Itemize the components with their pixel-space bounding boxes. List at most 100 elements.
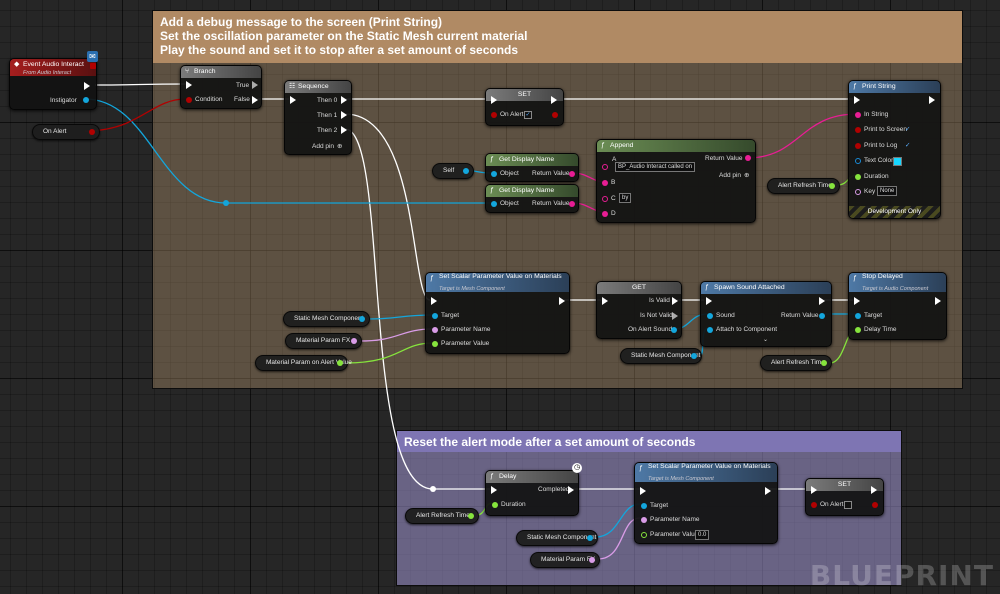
print-duration-pin[interactable] (855, 174, 861, 180)
set2-on-alert-checkbox[interactable] (844, 501, 852, 509)
set-exec-in[interactable] (491, 96, 497, 104)
branch-exec-in[interactable] (186, 81, 192, 89)
delay-duration-pin[interactable] (492, 502, 498, 508)
delegate-pin[interactable] (90, 63, 96, 69)
get-display-name-node-1[interactable]: ƒ Get Display Name Object Return Value (485, 153, 579, 182)
set-on-alert-node-2[interactable]: SET On Alert (805, 478, 884, 516)
print-exec-in[interactable] (854, 96, 860, 104)
stop-target-pin[interactable] (855, 313, 861, 319)
stop-exec-out[interactable] (935, 297, 941, 305)
alert-refresh-time-pin-1[interactable] (829, 183, 835, 189)
alert-refresh-time-pin-3[interactable] (468, 513, 474, 519)
branch-condition-pin[interactable] (186, 97, 192, 103)
exec-out-pin[interactable] (84, 82, 90, 90)
set-scalar-parameter-node-2[interactable]: ƒ Set Scalar Parameter Value on Material… (634, 462, 778, 544)
append-node[interactable]: ƒ Append A BP_Audio Interact called on R… (596, 139, 756, 223)
stop-delay-time-pin[interactable] (855, 327, 861, 333)
scalar2-target-pin[interactable] (641, 503, 647, 509)
static-mesh-pin-2[interactable] (691, 353, 697, 359)
self-variable-pin[interactable] (463, 168, 469, 174)
get-on-alert-sound-node[interactable]: GET Is Valid Is Not Valid On Alert Sound (596, 281, 682, 339)
text-color-swatch[interactable] (893, 157, 902, 166)
append-add-pin-label[interactable]: Add pin (719, 171, 741, 180)
set2-exec-out[interactable] (871, 486, 877, 494)
on-alert-variable-pin[interactable] (89, 129, 95, 135)
append-c-input[interactable]: by (619, 193, 632, 203)
print-to-log-pin[interactable] (855, 143, 861, 149)
material-param-fx-variable-2[interactable]: Material Param FX (530, 552, 600, 568)
gdn2-object-pin[interactable] (491, 201, 497, 207)
spawn-exec-in[interactable] (706, 297, 712, 305)
append-return-pin[interactable] (745, 155, 751, 161)
scalar2-exec-in[interactable] (640, 487, 646, 495)
scalar1-target-pin[interactable] (432, 313, 438, 319)
branch-node[interactable]: ⑂ Branch True Condition False (180, 65, 262, 109)
scalar1-param-name-pin[interactable] (432, 327, 438, 333)
branch-false-pin[interactable] (252, 96, 258, 104)
sequence-then0-pin[interactable] (341, 96, 347, 104)
alert-refresh-time-pin-2[interactable] (821, 360, 827, 366)
material-param-fx-variable-1[interactable]: Material Param FX (285, 333, 362, 349)
set2-exec-in[interactable] (811, 486, 817, 494)
get-exec-in[interactable] (602, 297, 608, 305)
stop-delayed-node[interactable]: ƒ Stop Delayed Target is Audio Component… (848, 272, 947, 340)
set2-on-alert-out-pin[interactable] (872, 502, 878, 508)
print-key-pin[interactable] (855, 189, 861, 195)
delay-completed-pin[interactable] (568, 486, 574, 494)
get-on-alert-sound-pin[interactable] (671, 327, 677, 333)
append-b-pin[interactable] (602, 180, 608, 186)
spawn-return-pin[interactable] (819, 313, 825, 319)
print-exec-out[interactable] (929, 96, 935, 104)
sequence-exec-in[interactable] (290, 96, 296, 104)
set-on-alert-node[interactable]: SET On Alert ✓ (485, 88, 564, 126)
append-c-pin[interactable] (602, 196, 608, 202)
material-param-fx-pin-2[interactable] (589, 557, 595, 563)
get-display-name-node-2[interactable]: ƒ Get Display Name Object Return Value (485, 184, 579, 213)
gdn2-return-pin[interactable] (569, 201, 575, 207)
set-on-alert-pin[interactable] (491, 112, 497, 118)
scalar2-exec-out[interactable] (765, 487, 771, 495)
set-on-alert-out-pin[interactable] (552, 112, 558, 118)
add-pin-icon[interactable]: ⊕ (337, 142, 342, 151)
scalar1-exec-in[interactable] (431, 297, 437, 305)
print-to-screen-pin[interactable] (855, 127, 861, 133)
print-to-screen-check[interactable]: ✓ (905, 125, 910, 134)
scalar2-param-value-pin[interactable] (641, 532, 647, 538)
spawn-attach-pin[interactable] (707, 327, 713, 333)
static-mesh-pin-3[interactable] (587, 535, 593, 541)
spawn-sound-attached-node[interactable]: ƒ Spawn Sound Attached Sound Return Valu… (700, 281, 832, 347)
scalar1-param-value-pin[interactable] (432, 341, 438, 347)
static-mesh-component-variable-2[interactable]: Static Mesh Component (620, 348, 702, 364)
branch-true-pin[interactable] (252, 81, 258, 89)
instigator-pin[interactable] (83, 97, 89, 103)
event-audio-interact-node[interactable]: ◆ Event Audio Interact From Audio Intera… (9, 58, 97, 110)
static-mesh-component-variable-3[interactable]: Static Mesh Component (516, 530, 598, 546)
get-is-not-valid-pin[interactable] (672, 312, 678, 320)
alert-refresh-time-variable-1[interactable]: Alert Refresh Time (767, 178, 840, 194)
sequence-then1-pin[interactable] (341, 111, 347, 119)
append-d-pin[interactable] (602, 211, 608, 217)
get-is-valid-pin[interactable] (672, 297, 678, 305)
alert-refresh-time-variable-2[interactable]: Alert Refresh Time (760, 355, 832, 371)
delay-exec-in[interactable] (491, 486, 497, 494)
gdn1-object-pin[interactable] (491, 171, 497, 177)
spawn-exec-out[interactable] (819, 297, 825, 305)
scalar2-param-value-input[interactable]: 0.0 (695, 530, 710, 540)
alert-refresh-time-variable-3[interactable]: Alert Refresh Time (405, 508, 479, 524)
static-mesh-pin-1[interactable] (359, 316, 365, 322)
spawn-sound-pin[interactable] (707, 313, 713, 319)
set2-on-alert-pin[interactable] (811, 502, 817, 508)
material-param-fx-pin-1[interactable] (351, 338, 357, 344)
on-alert-variable[interactable]: On Alert (32, 124, 100, 140)
append-a-input[interactable]: BP_Audio Interact called on (615, 162, 696, 172)
print-key-input[interactable]: None (877, 186, 898, 196)
gdn1-return-pin[interactable] (569, 171, 575, 177)
scalar2-param-name-pin[interactable] (641, 517, 647, 523)
append-add-pin-icon[interactable]: ⊕ (744, 171, 749, 180)
print-in-string-pin[interactable] (855, 112, 861, 118)
self-variable[interactable]: Self (432, 163, 474, 179)
print-text-color-pin[interactable] (855, 158, 861, 164)
delay-node[interactable]: ƒ Delay Completed Duration (485, 470, 579, 516)
sequence-then2-pin[interactable] (341, 126, 347, 134)
sequence-node[interactable]: ☷ Sequence Then 0 Then 1 Then 2 Add pin … (284, 80, 352, 155)
